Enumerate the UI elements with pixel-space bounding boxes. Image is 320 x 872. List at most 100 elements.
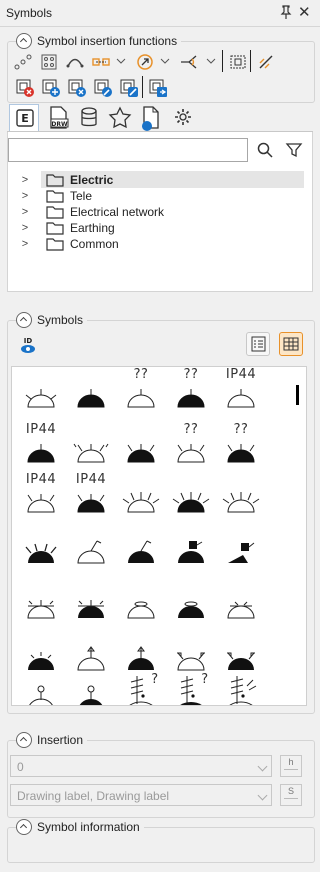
symbol-mast-q-filled[interactable]: ? — [167, 672, 215, 705]
style-button[interactable]: S — [280, 784, 302, 806]
tab-document[interactable] — [136, 104, 166, 131]
mirror-button[interactable] — [89, 50, 111, 72]
symbol-pendant-filled[interactable] — [67, 582, 115, 634]
insertion-functions-header[interactable]: Symbol insertion functions — [16, 32, 182, 50]
measure-button[interactable] — [254, 50, 276, 72]
insertion-header[interactable]: Insertion — [16, 731, 88, 749]
label-select[interactable]: Drawing label, Drawing label — [10, 784, 272, 806]
delete-symbol-button[interactable] — [13, 76, 35, 98]
symbol-wall-arrow[interactable] — [67, 632, 115, 684]
tree-item-common[interactable]: > Common — [18, 235, 119, 252]
show-id-button[interactable]: ID — [16, 333, 38, 355]
angle-button[interactable] — [177, 50, 199, 72]
database-icon — [81, 107, 97, 127]
tree-item-tele[interactable]: > Tele — [18, 187, 92, 204]
edit-symbol-icon — [94, 79, 112, 97]
symbol-grid-scrollbar[interactable] — [296, 385, 299, 405]
toolbar-separator — [222, 50, 223, 72]
symbol-pendant-cross[interactable] — [217, 582, 265, 634]
search-input[interactable] — [8, 138, 248, 162]
collapse-icon[interactable] — [16, 819, 32, 835]
edit-text-button[interactable] — [117, 76, 139, 98]
symbol-luminaire-ip44-filled[interactable]: IP44 — [17, 422, 65, 474]
symbol-luminaire-wide-rays-open[interactable] — [217, 472, 265, 524]
symbol-pendant-ring-filled[interactable] — [167, 582, 215, 634]
symbols-header[interactable]: Symbols — [16, 311, 88, 329]
tab-database[interactable] — [75, 104, 105, 131]
level-select[interactable]: 0 — [10, 755, 272, 777]
symbol-pendant[interactable] — [17, 582, 65, 634]
chevron-down-icon[interactable] — [116, 56, 126, 66]
symbol-luminaire-wide-rays[interactable] — [117, 472, 165, 524]
label-select-value: Drawing label, Drawing label — [17, 789, 170, 803]
pin-icon[interactable] — [280, 5, 292, 19]
expand-arrow-icon[interactable]: > — [18, 222, 32, 234]
edit-symbol-button[interactable] — [91, 76, 113, 98]
symbol-luminaire-qq-rays-filled[interactable]: ?? — [217, 422, 265, 474]
tab-electric[interactable]: E — [9, 104, 39, 132]
collapse-icon[interactable] — [16, 312, 32, 328]
symbol-lamp-post[interactable] — [17, 679, 65, 705]
symbol-luminaire-rays-filled[interactable] — [117, 422, 165, 474]
tab-drawing[interactable]: DRW — [43, 104, 73, 131]
list-view-icon — [251, 336, 266, 352]
expand-arrow-icon[interactable]: > — [18, 206, 32, 218]
tab-favorites[interactable] — [105, 104, 135, 131]
folder-icon — [46, 189, 64, 203]
add-symbol-button[interactable] — [39, 76, 61, 98]
height-button[interactable]: h — [280, 755, 302, 777]
folder-icon — [46, 173, 64, 187]
replace-symbol-button[interactable] — [65, 76, 87, 98]
symbol-luminaire-ip44[interactable]: IP44 — [217, 367, 265, 419]
expand-arrow-icon[interactable]: > — [18, 174, 32, 186]
frame-select-button[interactable] — [226, 50, 248, 72]
frame-select-icon — [230, 55, 246, 69]
grid-points-button[interactable] — [37, 50, 59, 72]
symbol-mast-q[interactable]: ? — [117, 672, 165, 705]
connect-points-button[interactable] — [11, 50, 33, 72]
symbol-spot-open[interactable] — [67, 527, 115, 579]
tree-item-label: Electric — [70, 172, 114, 187]
expand-arrow-icon[interactable]: > — [18, 190, 32, 202]
symbol-luminaire-qq-rays[interactable]: ?? — [167, 422, 215, 474]
symbol-information-header[interactable]: Symbol information — [16, 818, 144, 836]
copy-symbol-button[interactable] — [146, 76, 168, 98]
symbol-luminaire-rays[interactable] — [67, 422, 115, 474]
symbol-pendant-ring[interactable] — [117, 582, 165, 634]
rotate-button[interactable] — [133, 50, 155, 72]
tree-item-electrical-network[interactable]: > Electrical network — [18, 203, 164, 220]
filter-icon[interactable] — [285, 141, 303, 159]
chevron-down-icon[interactable] — [160, 56, 170, 66]
tree-item-label: Earthing — [70, 220, 115, 235]
expand-arrow-icon[interactable]: > — [18, 238, 32, 250]
arc-button[interactable] — [63, 50, 85, 72]
chevron-down-icon[interactable] — [206, 56, 216, 66]
symbol-lamp-post-filled[interactable] — [67, 679, 115, 705]
close-icon[interactable]: ✕ — [298, 3, 311, 21]
symbol-wall-filled[interactable] — [17, 632, 65, 684]
symbol-spot-box-wide[interactable] — [217, 527, 265, 579]
symbol-luminaire-qq-filled[interactable]: ?? — [167, 367, 215, 419]
symbol-spot-filled[interactable] — [17, 527, 65, 579]
angle-icon — [181, 55, 197, 69]
symbol-spot-box-filled[interactable] — [167, 527, 215, 579]
symbol-luminaire-wide-rays-filled[interactable] — [167, 472, 215, 524]
symbol-information-label: Symbol information — [37, 820, 140, 834]
drawing-tab-icon: DRW — [50, 106, 69, 129]
grid-view-button[interactable] — [279, 332, 303, 356]
collapse-icon[interactable] — [16, 33, 32, 49]
add-symbol-icon — [42, 79, 60, 97]
search-icon[interactable] — [256, 141, 274, 159]
tab-settings[interactable] — [168, 104, 198, 131]
collapse-icon[interactable] — [16, 732, 32, 748]
symbol-luminaire-ip44-rays-filled[interactable]: IP44 — [67, 472, 115, 524]
connect-points-icon — [14, 54, 32, 70]
symbol-mast-rays[interactable] — [217, 672, 265, 705]
tree-item-electric[interactable]: > Electric — [18, 171, 114, 188]
list-view-button[interactable] — [246, 332, 270, 356]
document-icon — [142, 106, 159, 131]
symbol-luminaire-qq[interactable]: ?? — [117, 367, 165, 419]
symbol-luminaire-ip44-rays[interactable]: IP44 — [17, 472, 65, 524]
symbol-spot-arm-filled[interactable] — [117, 527, 165, 579]
tree-item-earthing[interactable]: > Earthing — [18, 219, 115, 236]
